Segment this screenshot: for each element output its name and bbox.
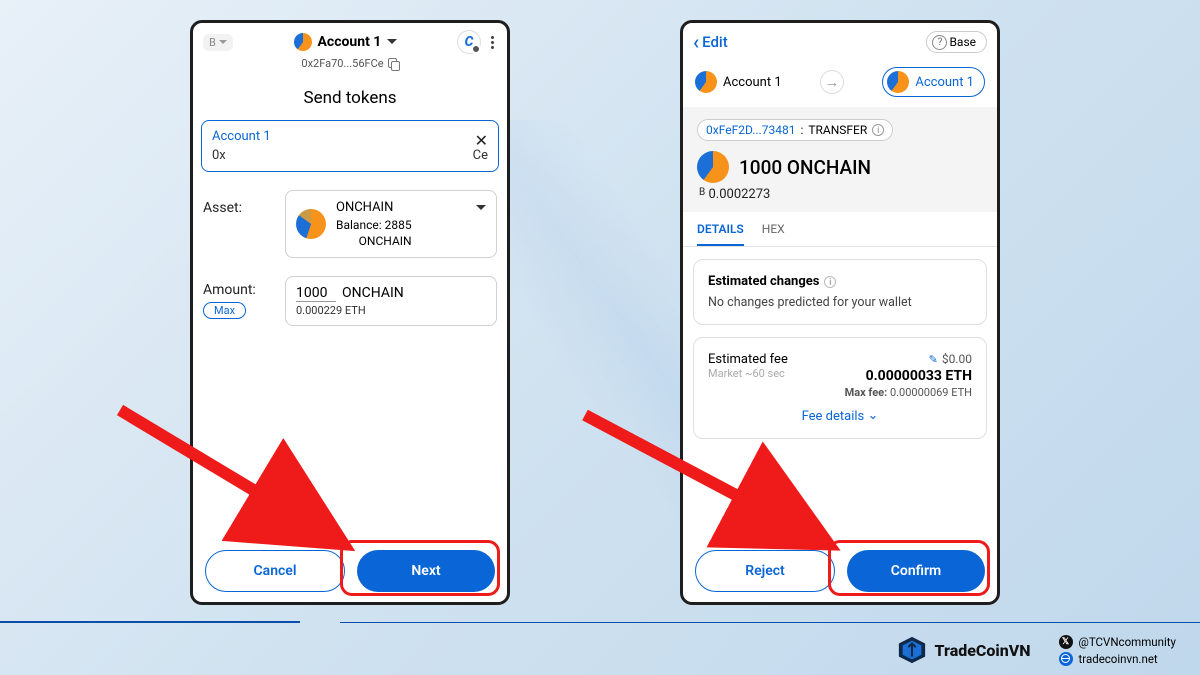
cancel-button[interactable]: Cancel xyxy=(205,550,345,592)
destination-addr-suffix: Ce xyxy=(473,148,488,163)
website-link[interactable]: tradecoinvn.net xyxy=(1059,652,1176,666)
account-selector[interactable]: Account 1 xyxy=(294,33,398,51)
chevron-down-icon xyxy=(387,39,397,49)
network-selector[interactable]: B xyxy=(203,34,233,51)
wallet-send-screen: B Account 1 C 0x2Fa70...56FCe Send token… xyxy=(190,20,510,605)
coinbase-icon[interactable]: C xyxy=(458,31,480,53)
arrow-right-icon: → xyxy=(820,70,844,94)
amount-label: Amount: xyxy=(203,282,273,298)
avatar-icon xyxy=(294,33,312,51)
token-icon xyxy=(697,151,729,183)
page-title: Send tokens xyxy=(193,78,507,120)
estimated-changes-card: Estimated changes i No changes predicted… xyxy=(693,259,987,325)
currency-symbol: B xyxy=(699,187,705,198)
divider xyxy=(0,621,1200,623)
social-links: 𝕏 @TCVNcommunity tradecoinvn.net xyxy=(1059,635,1176,666)
asset-selector[interactable]: ONCHAIN Balance: 2885 ONCHAIN xyxy=(285,190,497,258)
account-address[interactable]: 0x2Fa70...56FCe xyxy=(193,57,507,78)
contract-address: 0xFeF2D...73481 xyxy=(706,123,795,137)
twitter-link[interactable]: 𝕏 @TCVNcommunity xyxy=(1059,635,1176,649)
amount-converted: 0.0002273 xyxy=(708,187,770,202)
brand: TradeCoinVN xyxy=(897,635,1031,665)
brand-logo-icon xyxy=(897,635,927,665)
max-fee-label: Max fee: xyxy=(845,386,888,399)
reject-button[interactable]: Reject xyxy=(695,550,835,592)
max-button[interactable]: Max xyxy=(203,302,246,319)
balance-label: Balance: xyxy=(336,218,382,232)
token-icon xyxy=(296,209,326,239)
market-time: ~60 sec xyxy=(745,367,785,380)
avatar-icon xyxy=(695,71,717,93)
clear-icon[interactable]: ✕ xyxy=(475,131,488,150)
amount-unit: ONCHAIN xyxy=(342,285,404,301)
info-icon: i xyxy=(824,276,836,288)
tabs: DETAILS HEX xyxy=(683,212,997,247)
amount-input[interactable]: 1000 ONCHAIN 0.000229 ETH xyxy=(285,276,497,326)
contract-action: TRANSFER xyxy=(808,123,867,137)
asset-label: Asset: xyxy=(203,190,273,216)
balance-unit: ONCHAIN xyxy=(336,233,412,249)
copy-icon xyxy=(388,58,399,69)
tab-hex[interactable]: HEX xyxy=(762,222,785,246)
transfer-parties: Account 1 → Account 1 xyxy=(683,61,997,107)
destination-field[interactable]: Account 1 0x Ce ✕ xyxy=(201,120,499,172)
header: Edit Base xyxy=(683,23,997,61)
x-icon: 𝕏 xyxy=(1059,635,1073,649)
amount-converted: 0.000229 ETH xyxy=(296,304,486,317)
card-text: No changes predicted for your wallet xyxy=(708,295,972,310)
contract-chip[interactable]: 0xFeF2D...73481 : TRANSFER i xyxy=(697,119,893,141)
fee-label: Estimated fee xyxy=(708,352,788,367)
fee-usd: $0.00 xyxy=(942,352,972,366)
summary-box: 0xFeF2D...73481 : TRANSFER i 1000 ONCHAI… xyxy=(683,107,997,212)
asset-name: ONCHAIN xyxy=(336,199,412,217)
max-fee-value: 0.00000069 ETH xyxy=(890,386,972,399)
fee-details-toggle[interactable]: Fee details ⌄ xyxy=(708,409,972,424)
from-account[interactable]: Account 1 xyxy=(695,71,782,93)
header: B Account 1 C xyxy=(193,23,507,57)
transfer-amount: 1000 ONCHAIN xyxy=(739,156,871,179)
estimated-fee-card: Estimated fee Market ~60 sec ✎ $0.00 0.0… xyxy=(693,337,987,439)
edit-back-button[interactable]: Edit xyxy=(693,33,728,51)
edit-fee-icon[interactable]: ✎ xyxy=(929,353,938,366)
menu-button[interactable] xyxy=(488,33,497,52)
highlight-annotation xyxy=(828,540,990,596)
amount-value: 1000 xyxy=(296,285,336,302)
balance-value: 2885 xyxy=(385,218,412,232)
destination-addr-prefix: 0x xyxy=(212,148,226,163)
destination-account-label: Account 1 xyxy=(212,129,488,144)
market-label: Market xyxy=(708,367,742,380)
footer: TradeCoinVN 𝕏 @TCVNcommunity tradecoinvn… xyxy=(0,625,1200,675)
avatar-icon xyxy=(887,71,909,93)
card-title: Estimated changes xyxy=(708,274,819,289)
network-short: B xyxy=(209,36,216,49)
highlight-annotation xyxy=(340,540,500,596)
chevron-down-icon xyxy=(219,40,227,48)
amount-row: Amount: Max 1000 ONCHAIN 0.000229 ETH xyxy=(203,276,497,326)
chevron-down-icon: ⌄ xyxy=(867,408,878,423)
account-name: Account 1 xyxy=(318,34,382,50)
to-account[interactable]: Account 1 xyxy=(882,67,985,97)
brand-name: TradeCoinVN xyxy=(935,641,1031,660)
wallet-confirm-screen: Edit Base Account 1 → Account 1 0xFeF2D.… xyxy=(680,20,1000,605)
asset-row: Asset: ONCHAIN Balance: 2885 ONCHAIN xyxy=(203,190,497,258)
fee-eth: 0.00000033 ETH xyxy=(845,368,972,384)
globe-icon xyxy=(1059,652,1073,666)
info-icon: i xyxy=(872,124,884,136)
network-chip[interactable]: Base xyxy=(926,31,987,53)
chevron-down-icon xyxy=(476,205,486,215)
tab-details[interactable]: DETAILS xyxy=(697,222,744,246)
